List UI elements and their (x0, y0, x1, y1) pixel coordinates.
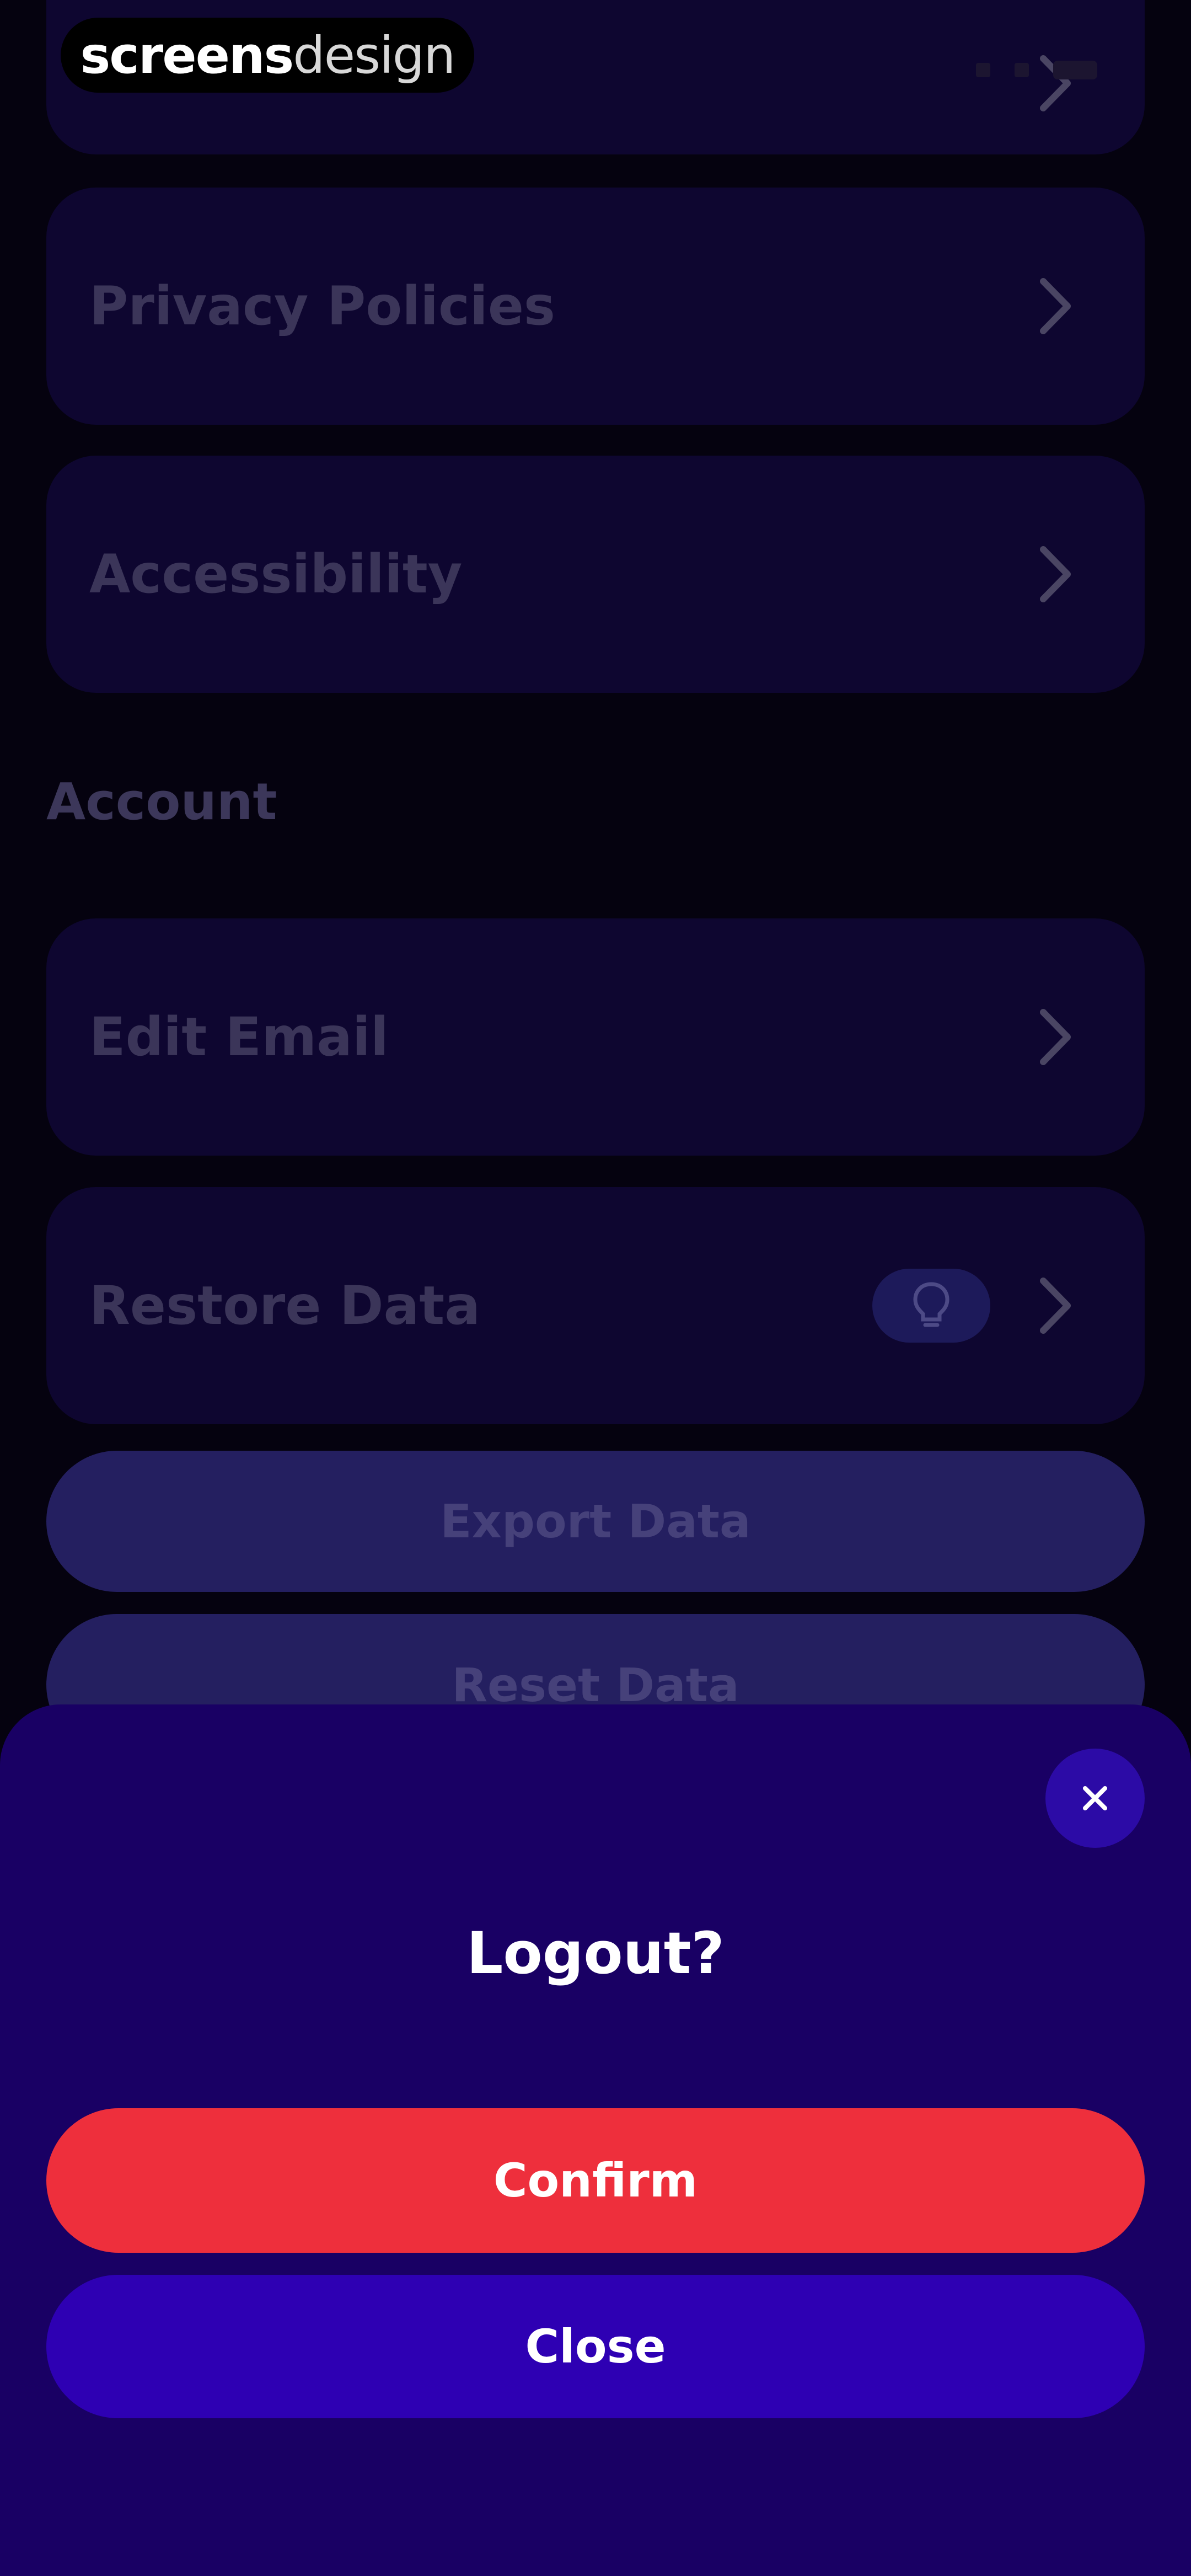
settings-row-restore-data[interactable]: Restore Data (46, 1187, 1145, 1424)
chevron-right-icon (1040, 1278, 1071, 1334)
premium-badge (872, 1269, 990, 1343)
export-data-button[interactable]: Export Data (46, 1451, 1145, 1592)
settings-row-edit-email[interactable]: Edit Email (46, 918, 1145, 1156)
close-dialog-button[interactable] (1045, 1749, 1145, 1848)
logout-bottom-sheet: Logout? Confirm Close (0, 1704, 1191, 2576)
signal-icon (976, 63, 990, 77)
settings-screen: screens design Privacy Policies Accessibi… (0, 0, 1191, 2576)
section-title-account: Account (46, 772, 277, 831)
settings-row-accessibility[interactable]: Accessibility (46, 456, 1145, 693)
lightbulb-icon (913, 1282, 949, 1327)
wifi-icon (1015, 63, 1029, 77)
close-icon (1083, 1786, 1107, 1810)
chevron-right-icon (1040, 278, 1071, 334)
dialog-title: Logout? (466, 1920, 725, 1987)
watermark-light-text: design (293, 25, 455, 85)
settings-row-label: Restore Data (89, 1275, 481, 1337)
settings-row-privacy-policies[interactable]: Privacy Policies (46, 188, 1145, 425)
close-button[interactable]: Close (46, 2275, 1145, 2418)
settings-row-label: Accessibility (89, 543, 463, 605)
screensdesign-watermark: screens design (61, 18, 474, 93)
confirm-button[interactable]: Confirm (46, 2108, 1145, 2253)
watermark-bold-text: screens (80, 25, 294, 85)
settings-row-label: Edit Email (89, 1006, 389, 1068)
chevron-right-icon (1040, 1009, 1071, 1065)
settings-row-label: Privacy Policies (89, 275, 556, 337)
battery-icon (1053, 61, 1097, 79)
chevron-right-icon (1040, 546, 1071, 602)
status-bar (976, 61, 1097, 79)
